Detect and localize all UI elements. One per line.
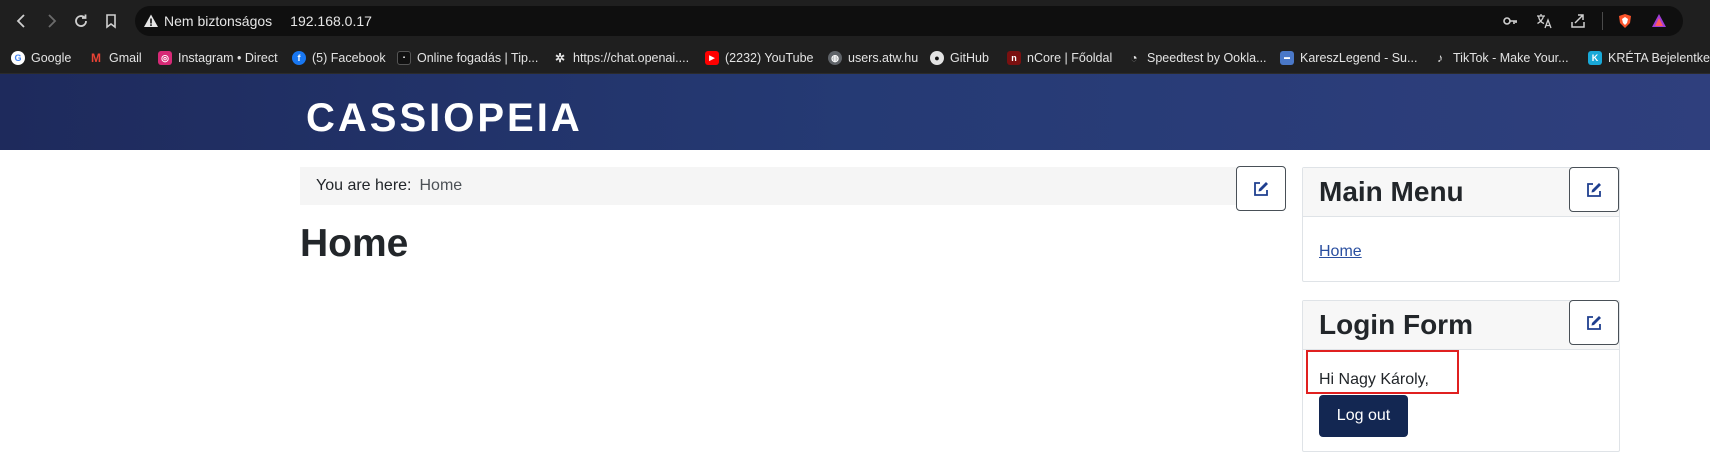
share-icon[interactable] (1568, 11, 1588, 31)
site-header: CASSIOPEIA (0, 74, 1710, 150)
bookmark-google[interactable]: G Google (11, 49, 71, 67)
page-title: Home (300, 222, 409, 265)
edit-breadcrumb-button[interactable] (1236, 166, 1286, 211)
bookmark-instagram[interactable]: ◎ Instagram • Direct (158, 49, 278, 67)
facebook-icon: f (292, 51, 306, 65)
bookmark-site-icon: ▬ (1280, 51, 1294, 65)
bookmark-label: Instagram • Direct (178, 51, 278, 65)
bookmark-speedtest[interactable]: ◔ Speedtest by Ookla... (1127, 49, 1267, 67)
annotation-highlight-box (1306, 350, 1459, 394)
bookmarks-bar: G Google M Gmail ◎ Instagram • Direct f … (0, 42, 1710, 74)
bookmark-betting[interactable]: ▪ Online fogadás | Tip... (397, 49, 538, 67)
bookmark-kareszlegend[interactable]: ▬ KareszLegend - Su... (1280, 49, 1417, 67)
edit-icon (1587, 315, 1601, 330)
bookmark-label: GitHub (950, 51, 989, 65)
menu-item-home[interactable]: Home (1319, 243, 1362, 261)
bookmark-tiktok[interactable]: ♪ TikTok - Make Your... (1433, 49, 1569, 67)
address-bar[interactable]: Nem biztonságos 192.168.0.17 (135, 6, 1683, 36)
url-text[interactable]: 192.168.0.17 (290, 13, 372, 29)
bookmark-label: Speedtest by Ookla... (1147, 51, 1267, 65)
ncore-icon: n (1007, 51, 1021, 65)
bookmark-youtube[interactable]: ▶ (2232) YouTube (705, 49, 814, 67)
gmail-icon: M (91, 51, 101, 65)
forward-arrow-icon (48, 14, 57, 28)
bookmark-label: (2232) YouTube (725, 51, 814, 65)
logout-button[interactable]: Log out (1319, 395, 1408, 437)
openai-icon: ✲ (554, 51, 566, 65)
bookmark-label: nCore | Főoldal (1027, 51, 1113, 65)
breadcrumb: You are here: Home (300, 167, 1236, 205)
edit-login-form-button[interactable] (1569, 300, 1619, 345)
site-brand[interactable]: CASSIOPEIA (306, 96, 583, 141)
brave-rewards-icon[interactable] (1649, 11, 1669, 31)
edit-main-menu-button[interactable] (1569, 167, 1619, 212)
bookmark-label: KRÉTA Bejelentkezés (1608, 51, 1710, 65)
toolbar-divider (1602, 12, 1603, 30)
breadcrumb-label: You are here: (316, 177, 412, 194)
reload-icon (75, 14, 87, 27)
bookmark-ncore[interactable]: n nCore | Főoldal (1007, 49, 1112, 67)
edit-icon (1587, 182, 1601, 197)
bookmark-label: https://chat.openai.... (573, 51, 690, 65)
speedtest-icon: ◔ (1130, 51, 1138, 65)
github-icon: ● (930, 51, 944, 65)
warning-icon (143, 13, 159, 29)
bookmark-label: Online fogadás | Tip... (417, 51, 539, 65)
bookmark-page-button[interactable] (99, 9, 123, 33)
breadcrumb-current: Home (419, 177, 463, 194)
key-icon[interactable] (1500, 11, 1520, 31)
youtube-icon: ▶ (705, 51, 719, 65)
bookmark-label: KareszLegend - Su... (1300, 51, 1418, 65)
globe-icon: ◍ (828, 51, 842, 65)
edit-icon (1254, 181, 1268, 196)
browser-toolbar: Nem biztonságos 192.168.0.17 (0, 0, 1710, 42)
bookmark-facebook[interactable]: f (5) Facebook (292, 49, 386, 67)
brave-shield-icon[interactable] (1615, 11, 1635, 31)
bookmark-gmail[interactable]: M Gmail (89, 49, 142, 67)
bookmark-label: TikTok - Make Your... (1453, 51, 1569, 65)
translate-icon[interactable] (1534, 11, 1554, 31)
back-button[interactable] (10, 9, 34, 33)
bookmark-openai[interactable]: ✲ https://chat.openai.... (553, 49, 689, 67)
kreta-icon: K (1588, 51, 1602, 65)
forward-button[interactable] (39, 9, 63, 33)
tiktok-icon: ♪ (1437, 51, 1443, 65)
bookmark-github[interactable]: ● GitHub (930, 49, 989, 67)
instagram-icon: ◎ (158, 51, 172, 65)
betting-icon: ▪ (397, 51, 411, 65)
bookmark-icon (106, 14, 116, 29)
reload-button[interactable] (69, 9, 93, 33)
bookmark-kreta[interactable]: K KRÉTA Bejelentkezés (1588, 49, 1710, 67)
bookmark-label: (5) Facebook (312, 51, 386, 65)
google-icon: G (11, 51, 25, 65)
back-arrow-icon (16, 14, 25, 28)
bookmark-users-atw[interactable]: ◍ users.atw.hu (828, 49, 918, 67)
bookmark-label: users.atw.hu (848, 51, 919, 65)
security-status[interactable]: Nem biztonságos (164, 13, 272, 29)
bookmark-label: Google (31, 51, 72, 65)
bookmark-label: Gmail (109, 51, 142, 65)
